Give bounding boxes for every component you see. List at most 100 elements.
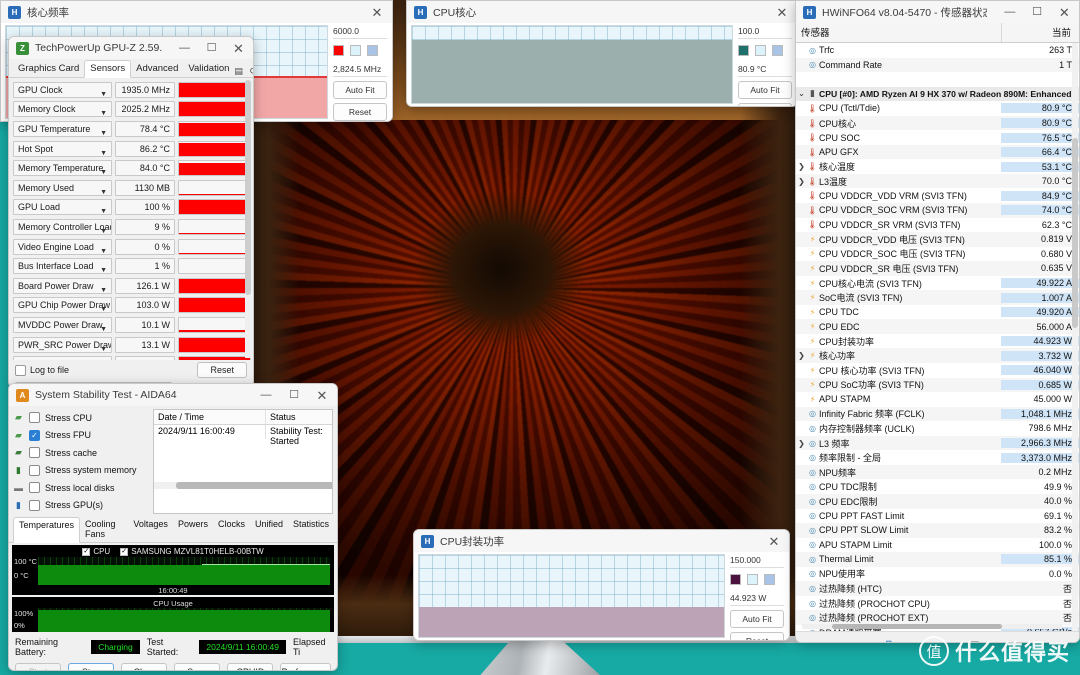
close-icon[interactable]: ✕ xyxy=(366,2,388,22)
aida-tabbar[interactable]: Temperatures Cooling Fans Voltages Powers Cl… xyxy=(9,514,337,543)
gpuz-sensor-select[interactable]: Video Engine Load ▼ xyxy=(13,238,112,255)
chevron-right-icon[interactable]: ❯ xyxy=(796,177,807,186)
sensor-row[interactable]: ⚡ CPU VDDCR_SR 电压 (SVI3 TFN) 0.635 V xyxy=(796,261,1079,276)
sensor-row[interactable]: ◎ Infinity Fabric 频率 (FCLK) 1,048.1 MHz xyxy=(796,406,1079,422)
sensor-row[interactable]: ◎ CPU EDC限制 40.0 % xyxy=(796,493,1079,509)
sensor-row[interactable]: ⚡ CPU EDC 56.000 A xyxy=(796,319,1079,334)
titlebar[interactable]: H CPU核心 ✕ xyxy=(407,1,797,23)
chevron-down-icon[interactable]: ⌄ xyxy=(796,89,807,98)
sensor-row[interactable]: ⚡ CPU VDDCR_SOC 电压 (SVI3 TFN) 0.680 V xyxy=(796,247,1079,262)
checkbox-box[interactable] xyxy=(29,464,40,476)
sensor-row[interactable]: ◎ NPU使用率 0.0 % xyxy=(796,567,1079,582)
network-icon[interactable]: 🖧 xyxy=(881,639,898,642)
sensor-row[interactable]: ◎ 频率限制 - 全局 3,373.0 MHz xyxy=(796,450,1079,465)
gpuz-scrollbar[interactable] xyxy=(245,80,251,358)
swatch-series-3[interactable] xyxy=(772,45,783,56)
close-icon[interactable]: ✕ xyxy=(311,385,333,405)
tab-clocks[interactable]: Clocks xyxy=(213,517,250,542)
titlebar[interactable]: H 核心频率 ✕ xyxy=(1,1,392,23)
tab-sensors[interactable]: Sensors xyxy=(84,60,132,78)
gpuz-sensor-select[interactable]: Board Power Draw ▼ xyxy=(13,277,112,294)
gpuz-sensor-select[interactable]: Memory Temperature ▼ xyxy=(13,160,112,177)
tab-cooling-fans[interactable]: Cooling Fans xyxy=(80,517,128,542)
checkbox-box[interactable] xyxy=(29,482,40,494)
close-icon[interactable]: ✕ xyxy=(763,531,785,551)
legend-ssd[interactable]: ✓ SAMSUNG MZVL81T0HELB-00BTW xyxy=(120,547,264,556)
titlebar[interactable]: H HWiNFO64 v8.04-5470 - 传感器状态 — ☐ ✕ xyxy=(796,1,1079,23)
clear-button[interactable]: Clear xyxy=(121,663,168,670)
sensor-row[interactable]: 🌡 CPU SOC 76.5 °C xyxy=(796,130,1079,145)
chevron-right-icon[interactable]: ❯ xyxy=(796,351,807,360)
swatch-series-3[interactable] xyxy=(764,574,775,585)
tab-graphics-card[interactable]: Graphics Card xyxy=(13,61,84,77)
tab-unified[interactable]: Unified xyxy=(250,517,288,542)
stress-option-stress-gpu-s[interactable]: ▮ Stress GPU(s) xyxy=(13,497,149,515)
gpuz-sensor-select[interactable]: PWR_SRC Power Draw ▼ xyxy=(13,336,112,353)
titlebar[interactable]: H CPU封装功率 ✕ xyxy=(414,530,789,552)
stress-option-stress-fpu[interactable]: ▰ ✓ Stress FPU xyxy=(13,427,149,445)
reset-button[interactable]: Reset xyxy=(730,632,784,640)
sensor-row[interactable]: ◎ APU STAPM Limit 100.0 % xyxy=(796,538,1079,553)
gpuz-sensor-select[interactable]: GPU Load ▼ xyxy=(13,199,112,216)
minimize-icon[interactable]: — xyxy=(999,2,1020,22)
reset-button[interactable]: Reset xyxy=(333,103,387,121)
swatch-series-1[interactable] xyxy=(738,45,749,56)
gpuz-sensor-select[interactable]: Memory Controller Load ▼ xyxy=(13,218,112,235)
hwinfo-vscrollbar[interactable] xyxy=(1072,43,1078,631)
gpuz-sensor-select[interactable]: Memory Used ▼ xyxy=(13,179,112,196)
sensor-row[interactable]: ❯ 🌡 L3温度 70.0 °C xyxy=(796,173,1079,189)
sensor-row[interactable]: 🌡 APU GFX 66.4 °C xyxy=(796,144,1079,160)
aida-button-row[interactable]: Start Stop Clear Save CPUID Preferences xyxy=(9,660,337,670)
minimize-icon[interactable]: — xyxy=(255,385,277,405)
swatch-series-2[interactable] xyxy=(755,45,766,56)
gpuz-sensor-select[interactable]: GPU Clock ▼ xyxy=(13,81,112,98)
sensor-row[interactable]: ◎ NPU频率 0.2 MHz xyxy=(796,464,1079,480)
tab-validation[interactable]: Validation xyxy=(183,61,234,77)
refresh-icon[interactable]: ⟳ xyxy=(250,66,253,77)
swatch-series-1[interactable] xyxy=(730,574,741,585)
sensor-row[interactable]: ◎ Thermal Limit 85.1 % xyxy=(796,552,1079,567)
gpuz-sensor-select[interactable]: Memory Clock ▼ xyxy=(13,101,112,118)
sensor-row[interactable]: ◎ CPU PPT SLOW Limit 83.2 % xyxy=(796,523,1079,538)
sensor-row[interactable]: ◎ CPU TDC限制 49.9 % xyxy=(796,479,1079,494)
sensor-row[interactable]: ❯ 🌡 核心温度 53.1 °C xyxy=(796,159,1079,174)
sensor-row[interactable]: ⚡ CPU 核心功率 (SVI3 TFN) 46.040 W xyxy=(796,363,1079,378)
sensor-row[interactable]: ⚡ APU STAPM 45.000 W xyxy=(796,392,1079,407)
log-to-file-checkbox[interactable]: Log to file xyxy=(15,364,69,376)
window-cpu-package-power-graph[interactable]: H CPU封装功率 ✕ 150.000 44.923 W Auto Fit Re… xyxy=(413,529,790,641)
checkbox-box[interactable] xyxy=(29,499,40,511)
sensor-row[interactable]: ◎ 过热降频 (HTC) 否 xyxy=(796,581,1079,596)
sensor-row[interactable]: ⚡ CPU封装功率 44.923 W xyxy=(796,334,1079,349)
window-aida64[interactable]: A System Stability Test - AIDA64 — ☐ ✕ ▰… xyxy=(8,383,338,671)
sensor-row[interactable]: ⚡ CPU VDDCR_VDD 电压 (SVI3 TFN) 0.819 V xyxy=(796,232,1079,247)
maximize-icon[interactable]: ☐ xyxy=(283,385,305,405)
stress-option-stress-cache[interactable]: ▰ Stress cache xyxy=(13,444,149,462)
tab-voltages[interactable]: Voltages xyxy=(128,517,173,542)
sensor-row[interactable]: ⚡ CPU核心电流 (SVI3 TFN) 49.922 A xyxy=(796,276,1079,291)
swatch-series-3[interactable] xyxy=(367,45,378,56)
close-icon[interactable]: ✕ xyxy=(228,38,249,58)
sensor-row[interactable]: 🌡 CPU核心 80.9 °C xyxy=(796,115,1079,131)
sensor-row[interactable]: 🌡 CPU VDDCR_SR VRM (SVI3 TFN) 62.3 °C xyxy=(796,218,1079,233)
gpuz-sensor-select[interactable]: GPU Chip Power Draw ▼ xyxy=(13,297,112,314)
maximize-icon[interactable]: ☐ xyxy=(201,38,222,58)
sensor-row[interactable]: 🌡 CPU (Tctl/Tdie) 80.9 °C xyxy=(796,101,1079,116)
sensor-row[interactable]: ◎ Trfc 263 T xyxy=(796,43,1079,58)
auto-fit-button[interactable]: Auto Fit xyxy=(730,610,784,628)
sensor-row[interactable]: ⚡ SoC电流 (SVI3 TFN) 1.007 A xyxy=(796,290,1079,305)
minimize-icon[interactable]: — xyxy=(174,38,195,58)
sensor-row[interactable]: ◎ 内存控制器频率 (UCLK) 798.6 MHz xyxy=(796,421,1079,436)
stress-option-stress-system-memory[interactable]: ▮ Stress system memory xyxy=(13,462,149,480)
auto-fit-button[interactable]: Auto Fit xyxy=(738,81,792,99)
sensor-row[interactable]: ❯ ⚡ 核心功率 3.732 W xyxy=(796,348,1079,364)
arrows-both-icon[interactable]: ⬌ xyxy=(803,643,816,644)
window-cpu-core-graph[interactable]: H CPU核心 ✕ 100.0 80.9 °C Auto Fit Reset 0… xyxy=(406,0,798,107)
tab-powers[interactable]: Powers xyxy=(173,517,213,542)
log-table-hscrollbar[interactable] xyxy=(154,482,332,489)
sensor-group-row[interactable]: ⌄ ▮ CPU [#0]: AMD Ryzen AI 9 HX 370 w/ Rad… xyxy=(796,86,1079,102)
swatch-series-1[interactable] xyxy=(333,45,344,56)
sensor-row[interactable]: ❯ ◎ L3 频率 2,966.3 MHz xyxy=(796,435,1079,451)
gpuz-sensor-select[interactable]: MVDDC Power Draw ▼ xyxy=(13,316,112,333)
window-gpuz[interactable]: Z TechPowerUp GPU-Z 2.59.0 — ☐ ✕ Graphic… xyxy=(8,36,254,388)
save-button[interactable]: Save xyxy=(174,663,221,670)
